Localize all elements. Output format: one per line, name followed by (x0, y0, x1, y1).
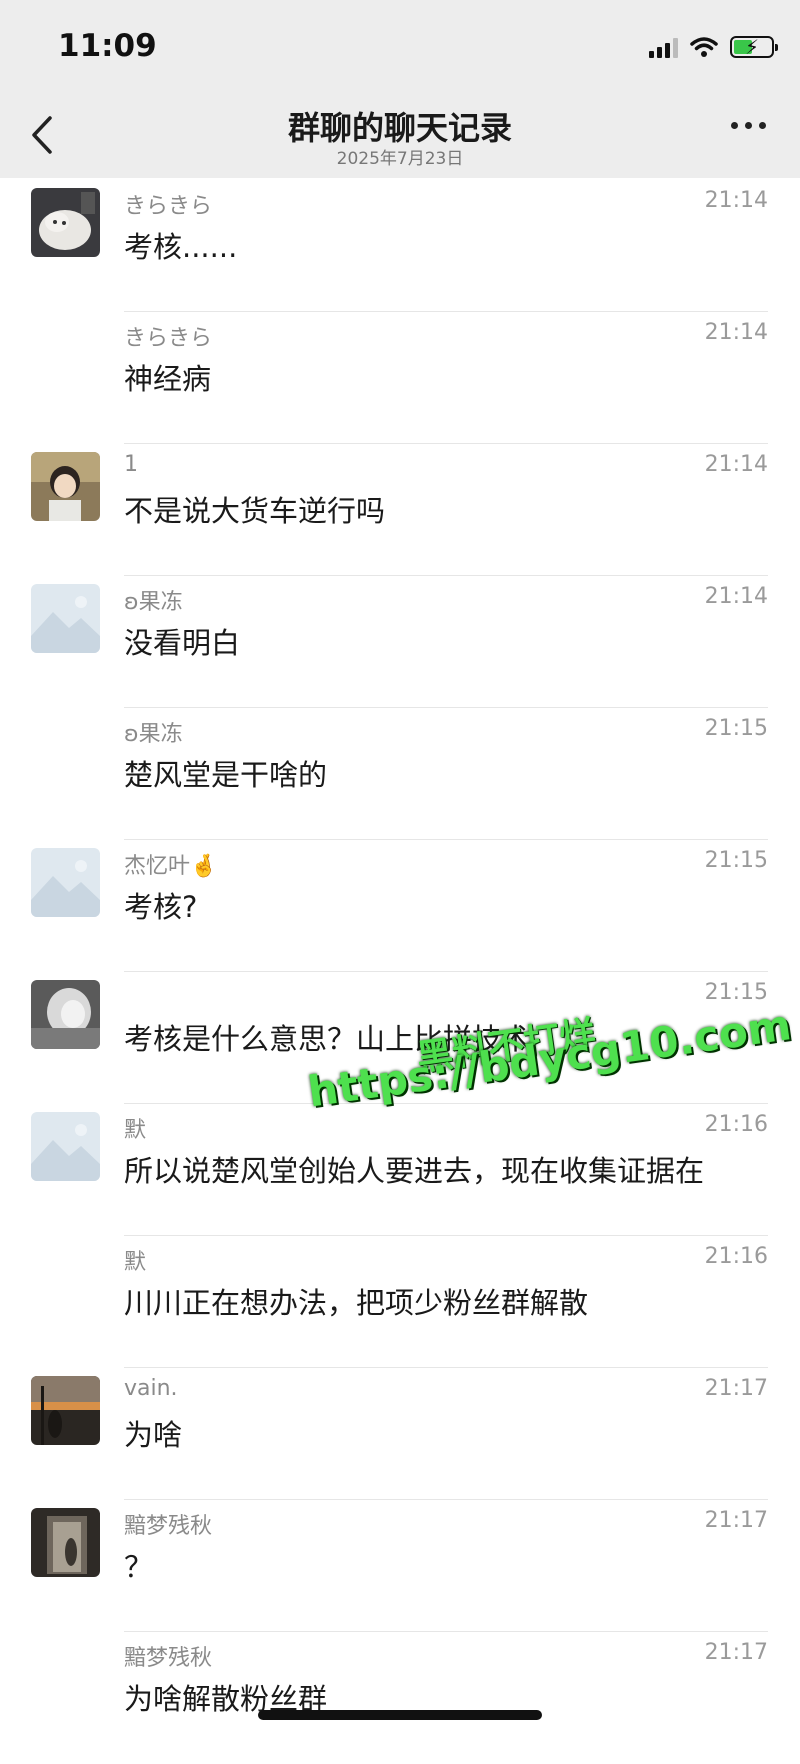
avatar[interactable] (31, 584, 100, 653)
message-time: 21:16 (704, 1112, 768, 1137)
message-item[interactable]: きらきら 21:14 神经病 (0, 312, 800, 444)
message-item[interactable]: 1 21:14 不是说大货车逆行吗 (0, 444, 800, 576)
message-time: 21:17 (704, 1640, 768, 1665)
dot-icon (731, 122, 738, 129)
sender-name: きらきら (124, 326, 213, 351)
battery-icon: ⚡ (730, 35, 778, 59)
anime-boy-avatar-icon (31, 452, 100, 521)
page-title: 群聊的聊天记录 (287, 109, 512, 147)
message-time: 21:16 (704, 1244, 768, 1269)
sender-name: きらきら (124, 194, 213, 219)
sender-name: 1 (124, 452, 138, 477)
avatar[interactable] (31, 1508, 100, 1577)
status-icons: ⚡ (649, 32, 778, 62)
avatar[interactable] (31, 452, 100, 521)
message-time: 21:15 (704, 980, 768, 1005)
sender-name: ʚ果冻 (124, 722, 183, 747)
message-text: 考核...... (124, 230, 238, 264)
cat-avatar-icon (31, 188, 100, 257)
message-time: 21:14 (704, 452, 768, 477)
avatar[interactable] (31, 980, 100, 1049)
dot-icon (759, 122, 766, 129)
doorway-avatar-icon (31, 1508, 100, 1577)
cellular-signal-icon (649, 36, 678, 58)
sender-name: 杰忆叶🤞 (124, 854, 218, 879)
message-time: 21:14 (704, 320, 768, 345)
message-time: 21:14 (704, 584, 768, 609)
avatar[interactable] (31, 1376, 100, 1445)
sunset-avatar-icon (31, 1376, 100, 1445)
message-text: 神经病 (124, 362, 212, 396)
message-time: 21:14 (704, 188, 768, 213)
sender-name: 黯梦残秋 (124, 1646, 213, 1671)
page-subtitle-date: 2025年7月23日 (336, 149, 464, 169)
avatar[interactable] (31, 188, 100, 257)
sender-name: 默 (124, 1118, 147, 1143)
navigation-header: 11:09 ⚡ 群聊的聊天记录 2025年7月23日 (0, 0, 800, 178)
message-time: 21:17 (704, 1508, 768, 1533)
message-text: 川川正在想办法，把项少粉丝群解散 (124, 1286, 589, 1320)
sender-name: 默 (124, 1250, 147, 1275)
message-time: 21:15 (704, 848, 768, 873)
wifi-icon (690, 37, 718, 57)
message-item[interactable]: きらきら 21:14 考核...... (0, 180, 800, 312)
message-item[interactable]: ʚ果冻 21:15 楚风堂是干啥的 (0, 708, 800, 840)
more-options-button[interactable] (731, 122, 766, 129)
message-item[interactable]: 杰忆叶🤞 21:15 考核? (0, 840, 800, 972)
message-text: ？ (124, 1550, 154, 1584)
message-item[interactable]: vain. 21:17 为啥 (0, 1368, 800, 1500)
avatar[interactable] (31, 848, 100, 917)
portrait-avatar-icon (31, 980, 100, 1049)
message-text: 所以说楚风堂创始人要进去，现在收集证据在 (124, 1154, 705, 1188)
home-indicator (258, 1710, 542, 1720)
image-placeholder-icon (31, 1112, 100, 1181)
message-time: 21:15 (704, 716, 768, 741)
image-placeholder-icon (31, 848, 100, 917)
message-text: 不是说大货车逆行吗 (124, 494, 386, 528)
message-item[interactable]: 黯梦残秋 21:17 为啥解散粉丝群 (0, 1632, 800, 1764)
dot-icon (745, 122, 752, 129)
message-text: 为啥 (124, 1418, 183, 1452)
message-text: 楚风堂是干啥的 (124, 758, 328, 792)
message-item[interactable]: 默 21:16 川川正在想办法，把项少粉丝群解散 (0, 1236, 800, 1368)
image-placeholder-icon (31, 584, 100, 653)
message-item[interactable]: ʚ果冻 21:14 没看明白 (0, 576, 800, 708)
status-time: 11:09 (58, 28, 157, 64)
sender-name: vain. (124, 1376, 178, 1401)
message-text: 没看明白 (124, 626, 241, 660)
message-item[interactable]: 黯梦残秋 21:17 ？ (0, 1500, 800, 1632)
sender-name: ʚ果冻 (124, 590, 183, 615)
message-item[interactable]: 默 21:16 所以说楚风堂创始人要进去，现在收集证据在 (0, 1104, 800, 1236)
message-text: 考核? (124, 890, 198, 924)
avatar[interactable] (31, 1112, 100, 1181)
sender-name: 黯梦残秋 (124, 1514, 213, 1539)
message-time: 21:17 (704, 1376, 768, 1401)
